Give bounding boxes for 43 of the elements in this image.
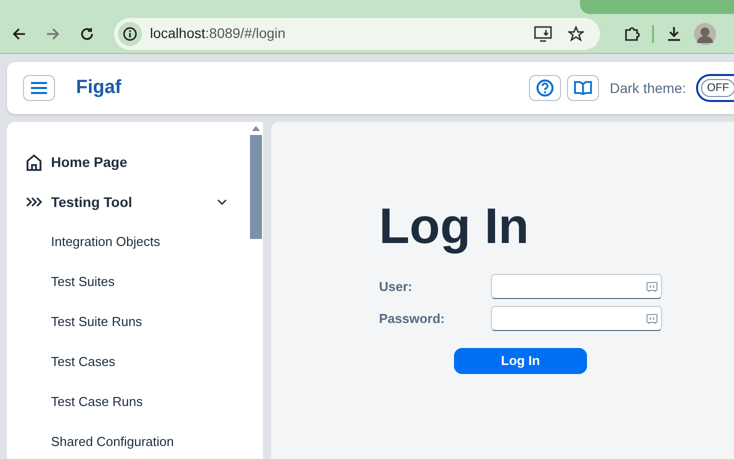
scrollbar-thumb[interactable] [250, 135, 262, 239]
help-button[interactable] [528, 75, 561, 101]
address-bar[interactable]: localhost:8089/#/login [114, 18, 600, 50]
nav-subitem[interactable]: Test Case Runs [26, 382, 143, 422]
nav-label: Testing Tool [51, 192, 134, 212]
autofill-icon[interactable] [646, 280, 658, 292]
nav-item[interactable]: Testing Tool [26, 182, 249, 222]
install-icon[interactable] [534, 26, 552, 42]
input-field[interactable] [491, 274, 662, 299]
nav-subitem[interactable]: Shared Configuration [26, 422, 174, 459]
chevron-down-icon[interactable] [217, 199, 227, 205]
avatar-icon[interactable] [694, 22, 716, 44]
menu-icon [31, 82, 47, 94]
login-title: Log In [379, 198, 530, 254]
login-button[interactable]: Log In [454, 348, 587, 374]
field-label: Password: [379, 310, 446, 328]
chevrons-icon [26, 197, 42, 207]
input-field[interactable] [491, 306, 662, 331]
dark-theme-label: Dark theme: [610, 78, 686, 98]
field-label: User: [379, 278, 414, 296]
back-icon[interactable] [12, 26, 26, 40]
autofill-icon[interactable] [646, 312, 658, 324]
nav-subitem[interactable]: Test Suite Runs [26, 302, 142, 342]
nav-item[interactable]: Home Page [26, 142, 249, 182]
nav-subitem[interactable]: Test Suites [26, 262, 115, 302]
url-text: localhost:8089/#/login [150, 24, 286, 43]
home-icon [26, 154, 42, 170]
help-icon [536, 79, 554, 97]
puzzle-icon[interactable] [624, 26, 640, 42]
star-icon[interactable] [568, 26, 584, 42]
scroll-up-icon[interactable] [252, 126, 260, 131]
book-icon [574, 81, 592, 95]
site-info-icon[interactable] [118, 22, 142, 46]
reload-icon[interactable] [80, 26, 94, 40]
dark-theme-switch[interactable]: OFF [696, 74, 734, 102]
logo: Figaf [76, 76, 122, 100]
forward-icon[interactable] [46, 26, 60, 40]
nav-subitem[interactable]: Integration Objects [26, 222, 160, 262]
nav-subitem[interactable]: Test Cases [26, 342, 116, 382]
book-button[interactable] [566, 75, 599, 101]
menu-button[interactable] [23, 75, 55, 101]
download-icon[interactable] [666, 26, 682, 42]
nav-label: Home Page [51, 152, 128, 172]
